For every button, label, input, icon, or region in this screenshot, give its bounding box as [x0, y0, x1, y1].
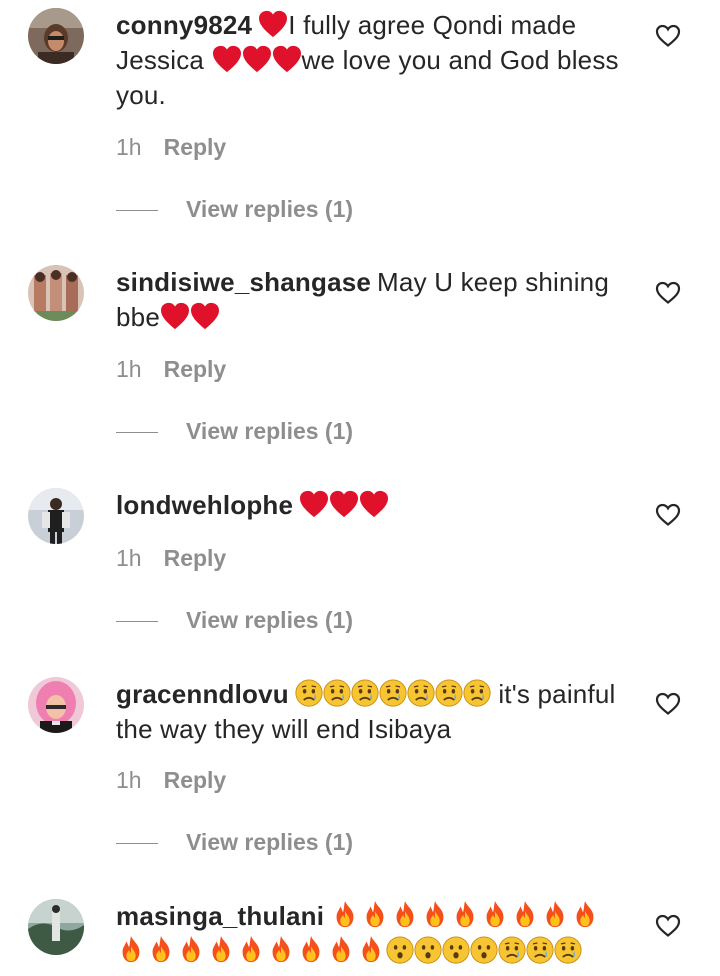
fire-icon: [450, 899, 480, 929]
reply-button[interactable]: Reply: [164, 134, 227, 160]
replies-divider-line: [116, 621, 158, 623]
sad-face-icon: [295, 679, 323, 707]
red-heart-icon: [329, 490, 359, 518]
sad-face-icon: [407, 679, 435, 707]
fire-icon: [540, 899, 570, 929]
avatar[interactable]: [28, 488, 84, 544]
replies-divider-line: [116, 843, 158, 845]
fire-icon: [356, 934, 386, 964]
comment-username[interactable]: sindisiwe_shangase: [116, 267, 371, 297]
fire-icon: [146, 934, 176, 964]
like-heart-icon[interactable]: [655, 24, 681, 48]
comment-timestamp: 1h: [116, 545, 142, 571]
fire-icon: [390, 899, 420, 929]
hushed-face-icon: [414, 936, 442, 964]
comment-timestamp: 1h: [116, 767, 142, 793]
like-heart-icon[interactable]: [655, 914, 681, 938]
fire-icon: [266, 934, 296, 964]
avatar[interactable]: [28, 8, 84, 64]
view-replies-button[interactable]: View replies (1): [116, 827, 353, 857]
like-heart-icon[interactable]: [655, 281, 681, 305]
red-heart-icon: [359, 490, 389, 518]
sad-face-icon: [526, 936, 554, 964]
fire-icon: [510, 899, 540, 929]
comment-text: conny9824 I fully agree Qondi made Jessic…: [116, 8, 636, 113]
red-heart-icon: [299, 490, 329, 518]
comment-text: gracenndlovu it's painful the way they w…: [116, 677, 636, 747]
reply-button[interactable]: Reply: [164, 545, 227, 571]
red-heart-icon: [258, 10, 288, 38]
avatar[interactable]: [28, 265, 84, 321]
like-heart-icon[interactable]: [655, 503, 681, 527]
sad-face-icon: [435, 679, 463, 707]
sad-face-icon: [463, 679, 491, 707]
fire-icon: [330, 899, 360, 929]
comment-timestamp: 1h: [116, 134, 142, 160]
comment-text: londwehlophe: [116, 488, 636, 523]
reply-button[interactable]: Reply: [164, 767, 227, 793]
red-heart-icon: [160, 302, 190, 330]
comment-text: sindisiwe_shangase May U keep shining bbe: [116, 265, 636, 335]
comment-meta: 1h Reply: [116, 765, 226, 795]
view-replies-label[interactable]: View replies (1): [186, 607, 353, 633]
view-replies-button[interactable]: View replies (1): [116, 416, 353, 446]
hushed-face-icon: [386, 936, 414, 964]
hushed-face-icon: [442, 936, 470, 964]
fire-icon: [206, 934, 236, 964]
sad-face-icon: [498, 936, 526, 964]
red-heart-icon: [242, 45, 272, 73]
fire-icon: [236, 934, 266, 964]
fire-icon: [296, 934, 326, 964]
comment-username[interactable]: londwehlophe: [116, 490, 293, 520]
fire-icon: [480, 899, 510, 929]
fire-icon: [420, 899, 450, 929]
fire-icon: [176, 934, 206, 964]
view-replies-label[interactable]: View replies (1): [186, 196, 353, 222]
comment-meta: 1h Reply: [116, 132, 226, 162]
fire-icon: [116, 934, 146, 964]
comment-meta: 1h Reply: [116, 543, 226, 573]
view-replies-label[interactable]: View replies (1): [186, 829, 353, 855]
replies-divider-line: [116, 210, 158, 212]
red-heart-icon: [272, 45, 302, 73]
fire-icon: [360, 899, 390, 929]
sad-face-icon: [323, 679, 351, 707]
comment-username[interactable]: masinga_thulani: [116, 901, 324, 931]
like-heart-icon[interactable]: [655, 692, 681, 716]
comment-text: masinga_thulani: [116, 899, 636, 969]
red-heart-icon: [212, 45, 242, 73]
comment-username[interactable]: gracenndlovu: [116, 679, 289, 709]
fire-icon: [570, 899, 600, 929]
view-replies-label[interactable]: View replies (1): [186, 418, 353, 444]
view-replies-button[interactable]: View replies (1): [116, 194, 353, 224]
sad-face-icon: [379, 679, 407, 707]
comment-timestamp: 1h: [116, 356, 142, 382]
avatar[interactable]: [28, 677, 84, 733]
comment-username[interactable]: conny9824: [116, 10, 252, 40]
sad-face-icon: [351, 679, 379, 707]
view-replies-button[interactable]: View replies (1): [116, 605, 353, 635]
hushed-face-icon: [470, 936, 498, 964]
red-heart-icon: [190, 302, 220, 330]
reply-button[interactable]: Reply: [164, 356, 227, 382]
avatar[interactable]: [28, 899, 84, 955]
replies-divider-line: [116, 432, 158, 434]
fire-icon: [326, 934, 356, 964]
sad-face-icon: [554, 936, 582, 964]
comment-meta: 1h Reply: [116, 354, 226, 384]
